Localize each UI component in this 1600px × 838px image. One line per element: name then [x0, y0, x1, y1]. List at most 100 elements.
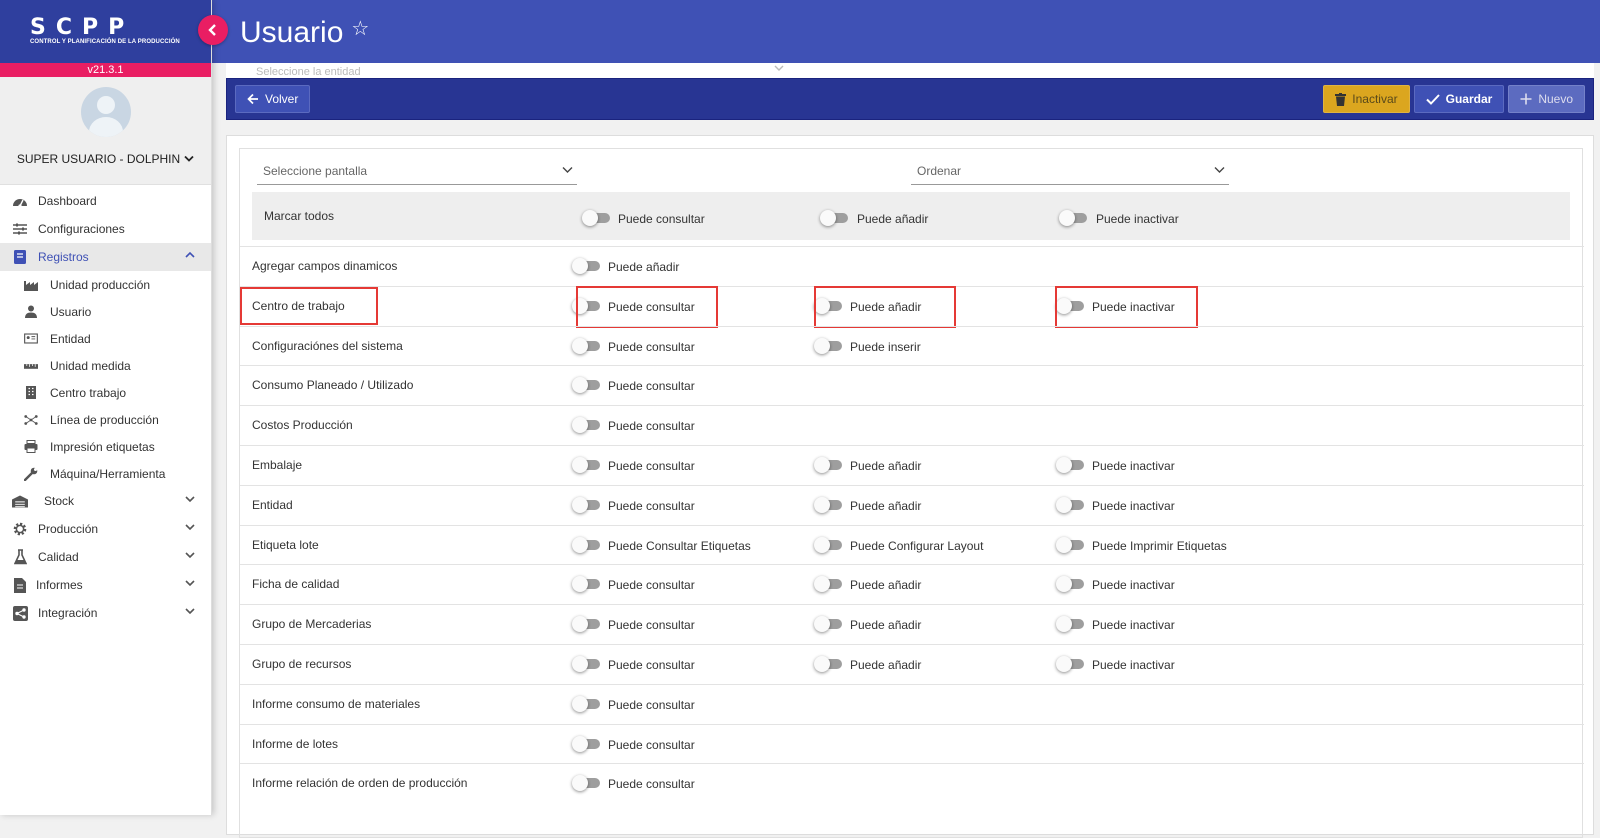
- mark-all-perm-label: Puede añadir: [857, 212, 929, 226]
- permission-toggle[interactable]: [814, 656, 842, 672]
- permission-toggle[interactable]: [572, 656, 600, 672]
- permission-toggle[interactable]: [572, 735, 600, 752]
- sidebar-subitem-maquina-herramienta[interactable]: Máquina/Herramienta: [0, 460, 211, 487]
- permission-toggle[interactable]: [814, 337, 842, 354]
- inactivate-button-label: Inactivar: [1352, 92, 1398, 106]
- permission-row-name: Consumo Planeado / Utilizado: [252, 378, 414, 393]
- permission-label: Puede inactivar: [1092, 578, 1175, 593]
- permission-toggle[interactable]: [572, 258, 600, 274]
- permission-row: Grupo de Mercaderias Puede consultar Puede…: [240, 604, 1584, 644]
- mark-all-consultar-toggle[interactable]: [582, 210, 610, 226]
- sidebar-subitem-linea-produccion[interactable]: Línea de producción: [0, 406, 211, 433]
- sidebar-subitem-unidad-produccion[interactable]: Unidad producción: [0, 271, 211, 298]
- sidebar-item-dashboard[interactable]: Dashboard: [0, 187, 211, 215]
- star-icon[interactable]: ☆: [351, 16, 369, 41]
- order-select[interactable]: Ordenar: [911, 161, 1229, 185]
- permission-toggle[interactable]: [1056, 616, 1084, 633]
- sidebar-subitem-unidad-medida[interactable]: Unidad medida: [0, 352, 211, 379]
- user-menu[interactable]: SUPER USUARIO - DOLPHIN: [17, 152, 194, 166]
- permission-toggle[interactable]: [1056, 496, 1084, 513]
- sidebar-item-produccion[interactable]: Producción: [0, 515, 211, 543]
- sidebar-subitem-label: Impresión etiquetas: [50, 439, 155, 454]
- brand-logo[interactable]: SCPP CONTROL Y PLANIFICACIÓN DE LA PRODU…: [0, 0, 211, 63]
- permission-row: Configuraciónes del sistema Puede consult…: [240, 325, 1584, 366]
- mark-all-label: Marcar todos: [264, 209, 335, 223]
- permission-label: Puede consultar: [608, 658, 695, 672]
- sidebar: SCPP CONTROL Y PLANIFICACIÓN DE LA PRODU…: [0, 0, 212, 815]
- top-header: Usuario ☆: [0, 0, 1600, 63]
- highlight-box: [1055, 285, 1198, 328]
- share-icon: [12, 605, 28, 621]
- sidebar-item-informes[interactable]: Informes: [0, 571, 211, 599]
- permission-toggle[interactable]: [1056, 576, 1084, 593]
- check-icon: [1425, 93, 1440, 105]
- entity-select[interactable]: Seleccione la entidad: [226, 63, 1594, 78]
- sidebar-item-integracion[interactable]: Integración: [0, 599, 211, 627]
- sidebar-item-label: Configuraciones: [38, 222, 125, 236]
- permission-toggle[interactable]: [572, 377, 600, 394]
- permission-toggle[interactable]: [1056, 536, 1084, 553]
- chevron-down-icon: [185, 608, 195, 615]
- permission-row-name: Configuraciónes del sistema: [252, 338, 403, 353]
- permission-toggle[interactable]: [814, 496, 842, 513]
- permission-label: Puede añadir: [850, 658, 922, 672]
- collapse-sidebar-button[interactable]: [198, 15, 228, 45]
- permission-label: Puede añadir: [608, 260, 680, 274]
- sidebar-item-label: Stock: [44, 494, 75, 508]
- building-icon: [24, 386, 38, 400]
- permission-toggle[interactable]: [572, 536, 600, 553]
- sidebar-item-configuraciones[interactable]: Configuraciones: [0, 215, 211, 243]
- sidebar-subitem-entidad[interactable]: Entidad: [0, 325, 211, 352]
- sidebar-subitem-label: Unidad medida: [50, 358, 131, 373]
- back-button[interactable]: Volver: [235, 85, 311, 113]
- arrow-left-icon: [247, 93, 258, 105]
- permission-label: Puede consultar: [608, 459, 695, 473]
- highlight-box: [576, 285, 718, 328]
- permission-toggle[interactable]: [1056, 656, 1084, 672]
- chevron-down-icon: [562, 167, 573, 173]
- sidebar-item-registros[interactable]: Registros: [0, 243, 211, 271]
- permission-toggle[interactable]: [572, 616, 600, 633]
- permission-row: Entidad Puede consultar Puede añadir Puede …: [240, 484, 1584, 525]
- inactivate-button[interactable]: Inactivar: [1323, 85, 1410, 113]
- permission-toggle[interactable]: [814, 616, 842, 633]
- permission-toggle[interactable]: [572, 775, 600, 792]
- chevron-left-icon: [208, 24, 216, 36]
- sidebar-item-label: Informes: [36, 578, 83, 592]
- permission-row-name: Agregar campos dinamicos: [252, 259, 398, 273]
- sidebar-subitem-label: Usuario: [50, 304, 92, 319]
- mark-all-perm-label: Puede inactivar: [1096, 212, 1179, 226]
- sidebar-item-label: Calidad: [38, 550, 79, 564]
- permission-row-name: Grupo de recursos: [252, 657, 352, 671]
- permission-label: Puede consultar: [608, 339, 695, 354]
- permission-toggle[interactable]: [572, 337, 600, 354]
- mark-all-anadir-toggle[interactable]: [820, 210, 848, 226]
- mark-all-perm-label: Puede consultar: [618, 212, 705, 226]
- permission-toggle[interactable]: [572, 457, 600, 473]
- new-button[interactable]: Nuevo: [1508, 85, 1585, 113]
- permission-toggle[interactable]: [814, 576, 842, 593]
- sidebar-item-calidad[interactable]: Calidad: [0, 543, 211, 571]
- document-icon: [12, 577, 28, 593]
- permission-toggle[interactable]: [572, 496, 600, 513]
- sidebar-subitem-centro-trabajo[interactable]: Centro trabajo: [0, 379, 211, 406]
- permission-toggle[interactable]: [572, 576, 600, 593]
- permission-toggle[interactable]: [572, 695, 600, 712]
- permission-label: Puede consultar: [608, 578, 695, 593]
- sidebar-subitem-usuario[interactable]: Usuario: [0, 298, 211, 325]
- mark-all-inactivar-toggle[interactable]: [1059, 210, 1087, 226]
- permission-label: Puede consultar: [608, 419, 695, 434]
- permission-toggle[interactable]: [572, 417, 600, 434]
- factory-icon: [24, 278, 38, 292]
- permission-label: Puede añadir: [850, 459, 922, 473]
- permission-toggle[interactable]: [814, 457, 842, 473]
- sidebar-subitem-label: Unidad producción: [50, 277, 151, 292]
- sidebar-subitem-impresion-etiquetas[interactable]: Impresión etiquetas: [0, 433, 211, 460]
- permission-toggle[interactable]: [814, 536, 842, 553]
- screen-select[interactable]: Seleccione pantalla: [257, 161, 577, 185]
- sliders-icon: [12, 221, 28, 237]
- permission-label: Puede consultar: [608, 697, 695, 712]
- save-button[interactable]: Guardar: [1413, 85, 1505, 113]
- sidebar-item-stock[interactable]: Stock: [0, 487, 211, 515]
- permission-toggle[interactable]: [1056, 457, 1084, 473]
